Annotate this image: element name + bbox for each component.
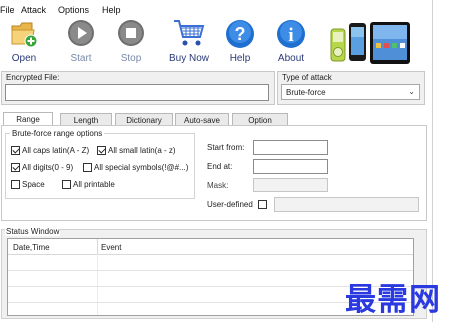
start-label: Start — [70, 53, 92, 64]
all-small-label: All small latin(a - z) — [108, 146, 176, 156]
apple-devices-icon — [330, 22, 410, 64]
type-of-attack-group: Type of attack Brute-force ⌄ — [277, 71, 425, 105]
encrypted-file-group: Encrypted File: — [1, 71, 275, 105]
column-divider — [97, 239, 98, 254]
open-button[interactable]: Open — [6, 18, 42, 66]
all-digits-label: All digits(0 - 9) — [22, 163, 74, 173]
help-icon: ? — [226, 20, 254, 48]
user-defined-input[interactable] — [274, 197, 419, 212]
status-list-header: Date,Time Event — [8, 239, 413, 255]
about-label: About — [277, 53, 305, 64]
buy-now-button[interactable]: Buy Now — [166, 18, 212, 66]
menu-bar: File Attack Options Help — [0, 0, 432, 16]
folder-open-icon — [11, 22, 38, 48]
svg-text:?: ? — [235, 24, 246, 44]
stop-button[interactable]: Stop — [113, 18, 149, 66]
encrypted-file-label: Encrypted File: — [6, 73, 60, 82]
site-watermark: 最需网 — [345, 282, 441, 318]
checkbox-all-digits[interactable] — [11, 163, 20, 173]
menu-attack[interactable]: Attack — [21, 5, 46, 15]
end-at-label: End at: — [207, 162, 233, 171]
attack-type-value: Brute-force — [286, 88, 326, 97]
mask-label: Mask: — [207, 181, 229, 190]
stop-icon — [118, 20, 144, 46]
checkbox-all-caps[interactable] — [11, 146, 20, 156]
mask-input[interactable] — [253, 178, 328, 192]
opt-all-caps[interactable]: All caps latin(A - Z) — [11, 146, 90, 156]
column-date-time[interactable]: Date,Time — [13, 243, 50, 252]
all-special-label: All special symbols(!@#...) — [94, 163, 189, 173]
user-defined-checkbox[interactable] — [258, 200, 267, 210]
all-caps-label: All caps latin(A - Z) — [22, 146, 90, 156]
start-from-input[interactable] — [253, 140, 328, 155]
checkbox-all-special[interactable] — [83, 163, 92, 173]
chevron-down-icon: ⌄ — [408, 87, 415, 96]
tab-range[interactable]: Range — [3, 112, 53, 126]
opt-all-digits[interactable]: All digits(0 - 9) — [11, 163, 74, 173]
buy-now-label: Buy Now — [168, 53, 209, 64]
start-button[interactable]: Start — [62, 18, 100, 66]
type-of-attack-label: Type of attack — [282, 73, 332, 82]
opt-all-special[interactable]: All special symbols(!@#...) — [83, 163, 189, 173]
menu-file[interactable]: File — [0, 5, 15, 15]
encrypted-file-input[interactable] — [5, 84, 269, 101]
row-line — [8, 270, 413, 271]
menu-help[interactable]: Help — [102, 5, 121, 15]
checkbox-all-small[interactable] — [97, 146, 106, 156]
user-defined-label: User-defined — [207, 200, 253, 209]
shopping-cart-icon — [174, 20, 205, 46]
checkbox-space[interactable] — [11, 180, 20, 190]
checkbox-all-printable[interactable] — [62, 180, 71, 190]
menu-options[interactable]: Options — [58, 5, 89, 15]
attack-type-select[interactable]: Brute-force ⌄ — [281, 84, 420, 100]
status-window-label: Status Window — [5, 227, 61, 236]
help-label: Help — [229, 53, 251, 64]
play-icon — [68, 20, 94, 46]
end-at-input[interactable] — [253, 159, 328, 174]
tab-bar: Range Length Dictionary Auto-save Option — [3, 112, 423, 126]
svg-text:i: i — [288, 25, 293, 46]
about-button[interactable]: i About — [272, 18, 310, 66]
start-from-label: Start from: — [207, 143, 245, 152]
space-label: Space — [22, 180, 45, 190]
brute-force-range-label: Brute-force range options — [10, 129, 105, 138]
stop-label: Stop — [120, 53, 142, 64]
help-button[interactable]: ? Help — [222, 18, 258, 66]
range-tab-panel: Brute-force range options All caps latin… — [1, 125, 427, 221]
opt-all-printable[interactable]: All printable — [62, 180, 115, 190]
opt-all-small[interactable]: All small latin(a - z) — [97, 146, 176, 156]
toolbar: Open Start Stop Buy Now ? Help i About — [0, 16, 432, 68]
info-icon: i — [277, 20, 305, 48]
all-printable-label: All printable — [73, 180, 115, 190]
opt-space[interactable]: Space — [11, 180, 45, 190]
open-label: Open — [11, 53, 37, 64]
column-event[interactable]: Event — [101, 243, 121, 252]
column-divider-body — [97, 254, 98, 315]
